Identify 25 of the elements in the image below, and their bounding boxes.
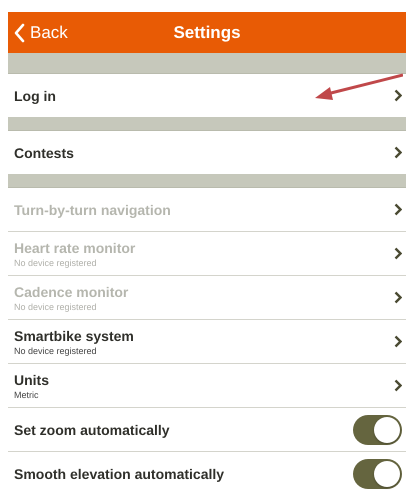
setting-label: Units bbox=[14, 372, 49, 388]
chevron-icon bbox=[394, 203, 402, 216]
toggle-switch[interactable] bbox=[353, 458, 402, 488]
setting-label: Smooth elevation automatically bbox=[14, 466, 224, 482]
toggle-switch[interactable] bbox=[353, 414, 402, 444]
chevron-icon bbox=[394, 146, 402, 159]
back-button[interactable]: Back bbox=[8, 22, 68, 42]
setting-label: Turn-by-turn navigation bbox=[14, 202, 171, 218]
setting-label: Set zoom automatically bbox=[14, 422, 170, 438]
setting-status: No device registered bbox=[14, 258, 97, 268]
chevron-icon bbox=[394, 379, 402, 392]
setting-status: No device registered bbox=[14, 346, 97, 356]
chevron-icon bbox=[394, 247, 402, 260]
setting-status: Metric bbox=[14, 390, 38, 400]
back-chevron-icon bbox=[14, 22, 25, 42]
setting-label: Smartbike system bbox=[14, 328, 134, 344]
chevron-icon bbox=[394, 89, 402, 102]
setting-label: Heart rate monitor bbox=[14, 240, 136, 256]
screen-title: Settings bbox=[173, 22, 241, 42]
chevron-icon bbox=[394, 291, 402, 304]
setting-label: Contests bbox=[14, 144, 74, 160]
chevron-icon bbox=[394, 335, 402, 348]
setting-status: No device registered bbox=[14, 302, 97, 312]
setting-label: Log in bbox=[14, 88, 56, 104]
setting-label: Cadence monitor bbox=[14, 284, 128, 300]
